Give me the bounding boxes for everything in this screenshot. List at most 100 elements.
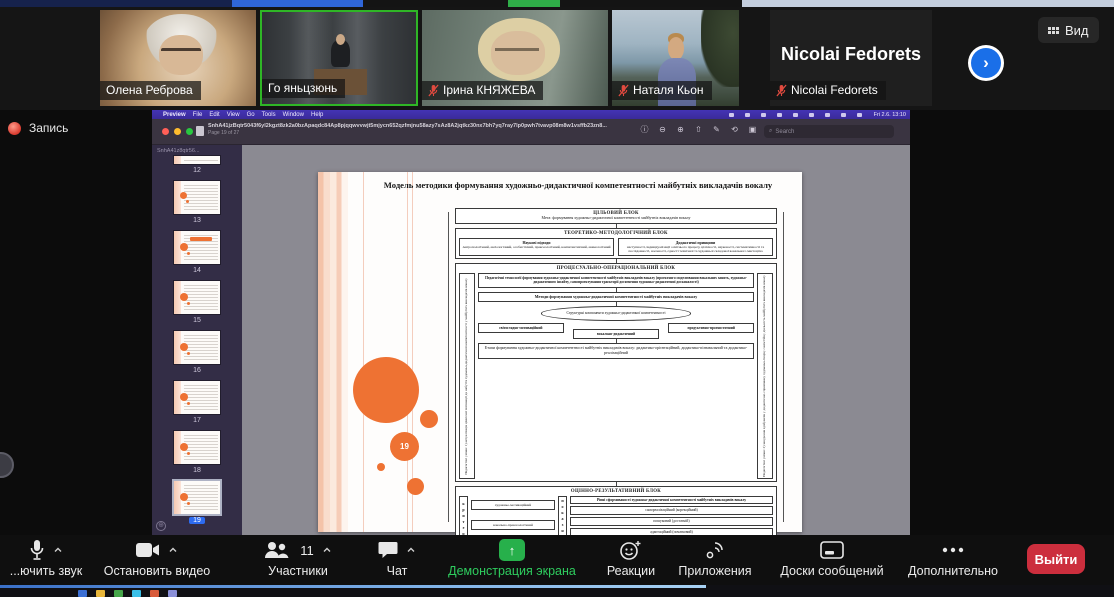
thumbnail-page-number: 17 [193,417,201,424]
share-icon[interactable]: ⇧ [694,125,703,134]
target-block: ЦІЛЬОВИЙ БЛОК Мета: формування художньо-… [455,208,777,224]
video-tile[interactable]: Олена Реброва [100,10,256,106]
mute-button[interactable]: ...ючить звук [0,539,92,578]
reactions-button[interactable]: Реакции [592,539,670,578]
close-window-button[interactable] [162,128,169,135]
page-thumbnail[interactable]: 12 [152,156,242,174]
share-screen-button[interactable]: ↑ Демонстрация экрана [437,539,587,578]
whiteboard-label: Доски сообщений [780,564,883,578]
video-tile[interactable]: Nicolai Fedorets Nicolai Fedorets [770,10,932,106]
menu-preview[interactable]: Preview [163,112,186,118]
reactions-smiley-icon [620,540,642,560]
menu-go[interactable]: Go [247,112,255,118]
video-options-caret[interactable] [168,545,178,555]
menu-edit[interactable]: Edit [209,112,219,118]
page-thumbnail[interactable]: 17 [152,381,242,424]
share-screen-label: Демонстрация экрана [448,564,576,578]
bottom-window-edge [0,585,1114,597]
view-button-label: Вид [1065,23,1089,38]
search-icon[interactable] [841,113,846,117]
menu-file[interactable]: File [193,112,203,118]
leave-button[interactable]: Выйти [1027,544,1085,574]
participant-video-strip: Олена Реброва Го яньцзюнь [0,7,1114,110]
next-participants-button[interactable]: › [968,45,1004,81]
participant-name-tag: Наталя Кьон [612,81,712,100]
menu-help[interactable]: Help [311,112,323,118]
taskbar-icons [78,590,177,597]
status-icon[interactable] [745,113,750,117]
participants-options-caret[interactable] [322,545,332,555]
control-center-icon[interactable] [857,113,862,117]
principles-box: Дидактичні принципи наступності, індивід… [618,238,773,256]
thumbnail-sidebar[interactable]: SnhA41z8qtr56... 12 13 14 [152,145,242,535]
document-proxy-icon[interactable] [196,126,204,136]
rotate-icon[interactable]: ⟲ [730,125,739,134]
edge-segment [363,0,508,7]
slide-page-number: 19 [400,442,409,451]
page-thumbnail[interactable]: 13 [152,181,242,224]
view-button[interactable]: Вид [1038,17,1099,43]
whiteboard-button[interactable]: Доски сообщений [762,539,902,578]
markup-icon[interactable]: ✎ [712,125,721,134]
block-header: ТЕОРЕТИКО-МЕТОДОЛОГІЧНИЙ БЛОК [459,231,773,236]
preview-titlebar[interactable]: SnhA41jzBqtr5043f6yl2kgzt8zk2a0bzApaqdc8… [152,119,910,145]
more-button[interactable]: Дополнительно [898,539,1008,578]
video-tile[interactable]: Наталя Кьон [612,10,739,106]
page-thumbnail[interactable]: 15 [152,281,242,324]
mute-options-caret[interactable] [53,545,63,555]
status-icon[interactable] [761,113,766,117]
participant-name: Наталя Кьон [633,83,704,97]
status-icon[interactable] [777,113,782,117]
approaches-box: Наукові підходи Антропологічний, аксіоло… [459,238,614,256]
menu-window[interactable]: Window [283,112,304,118]
criterion-box: вокально-праксеологічний [471,520,555,530]
participant-name-tag: Олена Реброва [100,81,201,100]
chat-label: Чат [387,564,408,578]
participant-name: Ірина КНЯЖЕВА [443,83,535,97]
decor-line [363,172,364,532]
zoom-out-icon[interactable]: ⊖ [658,125,667,134]
status-icon[interactable] [729,113,734,117]
minimize-window-button[interactable] [174,128,181,135]
status-icon[interactable] [793,113,798,117]
page-thumbnail[interactable]: 16 [152,331,242,374]
level-box: адаптаційний (початковий) [570,528,773,535]
page-thumbnail-selected[interactable]: 19 [152,481,242,524]
participants-button[interactable]: 11 Участники [248,539,348,578]
status-icon[interactable] [809,113,814,117]
video-tile-active-speaker[interactable]: Го яньцзюнь [260,10,418,106]
menubar-clock[interactable]: Fri 2.6. 13:10 [874,112,906,118]
thumbnail-page-number: 14 [193,267,201,274]
top-window-edge [0,0,1114,7]
participant-display-name: Nicolai Fedorets [770,44,932,65]
levels-header: Рівні сформованості художньо-дидактичної… [570,496,773,504]
recording-indicator[interactable]: Запись [8,121,68,135]
zoom-window-button[interactable] [186,128,193,135]
zoom-meeting-window: Олена Реброва Го яньцзюнь [0,0,1114,597]
wifi-icon[interactable] [825,113,830,117]
info-icon[interactable]: ⓘ [640,125,649,134]
video-tile[interactable]: Ірина КНЯЖЕВА [422,10,608,106]
zoom-in-icon[interactable]: ⊕ [676,125,685,134]
menu-view[interactable]: View [227,112,240,118]
edge-segment [742,0,1114,7]
share-screen-icon: ↑ [499,539,525,561]
muted-mic-icon [618,84,629,97]
more-label: Дополнительно [908,564,998,578]
window-controls [162,128,193,135]
sidebar-zoom-icon[interactable]: ⊕ [156,521,166,531]
stop-video-button[interactable]: Остановить видео [97,539,217,578]
chat-options-caret[interactable] [406,545,416,555]
apps-button[interactable]: Приложения [665,539,765,578]
menu-tools[interactable]: Tools [262,112,276,118]
components-oval: Структурні компоненти художньо-дидактичн… [541,306,691,320]
recording-label: Запись [29,121,68,135]
crop-icon[interactable]: ▣ [748,125,757,134]
page-thumbnail[interactable]: 18 [152,431,242,474]
search-field[interactable]: ⌕ Search [764,125,894,138]
muted-mic-icon [776,84,787,97]
underlying-window-edge [0,585,706,588]
participants-label: Участники [268,564,328,578]
page-thumbnail[interactable]: 14 [152,231,242,274]
chat-button[interactable]: Чат [362,539,432,578]
